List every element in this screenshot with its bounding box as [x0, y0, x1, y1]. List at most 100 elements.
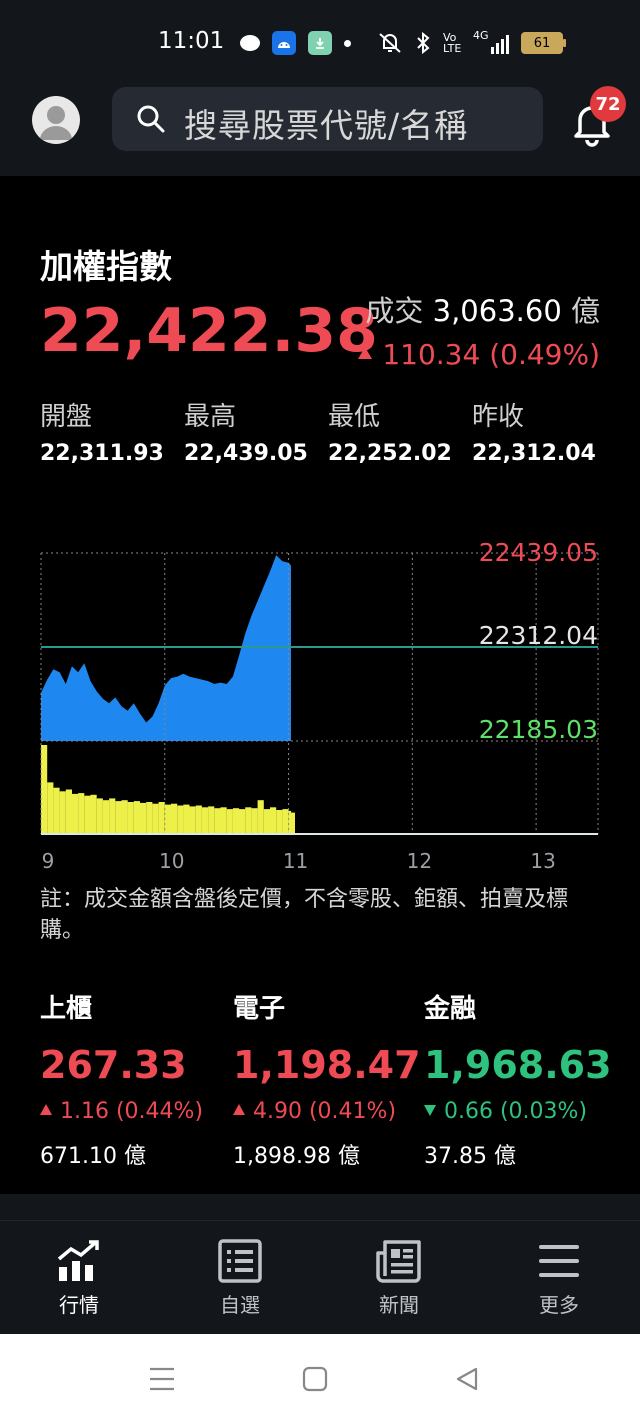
- intraday-chart[interactable]: 22439.05 22312.04 22185.03 9 10 11 12 13: [0, 520, 640, 880]
- volume-bar: [177, 805, 184, 834]
- sector-amount: 37.85 億: [424, 1144, 516, 1169]
- section-divider: [0, 1194, 640, 1220]
- tab-news[interactable]: 新聞: [344, 1239, 454, 1318]
- tab-label: 行情: [59, 1293, 99, 1317]
- system-nav-bar: [0, 1334, 640, 1422]
- volume-bar: [171, 803, 178, 834]
- volte-label: Vo LTE: [443, 31, 462, 55]
- index-change: 110.34 (0.49%): [358, 338, 600, 371]
- volume-bar: [158, 802, 165, 834]
- status-time: 11:01: [158, 28, 225, 54]
- volume-bar: [189, 806, 196, 834]
- volume-bar: [109, 798, 116, 834]
- volume-bar: [257, 800, 264, 834]
- volume-bar: [53, 787, 60, 834]
- tab-watchlist[interactable]: 自選: [185, 1239, 295, 1318]
- volume-bar: [127, 802, 134, 834]
- dot-icon: [344, 39, 351, 47]
- status-bar: 11:01 Vo LTE 4G 61: [0, 0, 640, 80]
- tab-label: 新聞: [379, 1293, 419, 1317]
- stat-label: 昨收: [472, 402, 525, 432]
- sector-change-value: 1.16 (0.44%): [60, 1099, 204, 1124]
- x-tick-label: 13: [530, 849, 555, 873]
- sector-finance[interactable]: 金融 1,968.63 0.66 (0.03%) 37.85 億: [424, 988, 612, 1170]
- sector-price: 1,198.47: [233, 1043, 421, 1087]
- x-tick-label: 12: [407, 849, 432, 873]
- user-icon: [40, 106, 72, 140]
- volume-bar: [232, 808, 240, 834]
- sector-name: 上櫃: [40, 994, 93, 1024]
- tab-label: 自選: [220, 1293, 260, 1317]
- stat-value: 22,311.93: [40, 441, 164, 466]
- volume-bar: [41, 745, 48, 834]
- stat-prev-close: 昨收 22,312.04: [472, 396, 596, 466]
- chart-up-icon: [57, 1240, 99, 1281]
- volume-bar: [226, 809, 233, 834]
- volume-bar: [220, 807, 227, 834]
- y-label-low: 22185.03: [479, 715, 598, 744]
- sector-amount: 671.10 億: [40, 1144, 146, 1169]
- bluetooth-icon: [417, 31, 430, 55]
- status-icons: Vo LTE 4G 61: [240, 30, 566, 56]
- y-label-prev-close: 22312.04: [479, 621, 598, 650]
- menu-icon: [539, 1245, 579, 1277]
- tab-market[interactable]: 行情: [24, 1239, 134, 1318]
- sector-otc[interactable]: 上櫃 267.33 1.16 (0.44%) 671.10 億: [40, 988, 203, 1170]
- stat-label: 最低: [328, 402, 381, 432]
- stat-open: 開盤 22,311.93: [40, 396, 164, 466]
- recent-apps-icon[interactable]: [148, 1366, 176, 1392]
- sector-electronics[interactable]: 電子 1,198.47 4.90 (0.41%) 1,898.98 億: [233, 988, 421, 1170]
- top-bar: 搜尋股票代號/名稱 72: [0, 80, 640, 176]
- bottom-tab-bar: 行情 自選 新聞 更多: [0, 1220, 640, 1335]
- up-arrow-icon: [40, 1103, 52, 1115]
- up-arrow-icon: [233, 1103, 245, 1115]
- back-icon[interactable]: [454, 1366, 480, 1392]
- volume-bar: [78, 793, 85, 834]
- volume-bar: [65, 789, 72, 834]
- x-tick-label: 10: [159, 849, 184, 873]
- stat-label: 開盤: [40, 402, 93, 432]
- volume-value: 3,063.60: [432, 294, 562, 328]
- sector-amount: 1,898.98 億: [233, 1144, 360, 1169]
- volume-bar: [183, 804, 190, 834]
- mute-icon: [379, 33, 401, 53]
- download-icon: [308, 31, 332, 55]
- volume-bar: [59, 791, 66, 834]
- avatar[interactable]: [32, 96, 80, 144]
- down-arrow-icon: [424, 1104, 436, 1116]
- tab-more[interactable]: 更多: [504, 1239, 614, 1318]
- footnote: 註：成交金額含盤後定價，不含零股、鉅額、拍賣及標購。: [40, 887, 569, 943]
- volume-bar: [47, 782, 54, 834]
- notification-badge: 72: [590, 86, 626, 122]
- android-app-icon: [272, 31, 296, 55]
- home-icon[interactable]: [302, 1366, 328, 1392]
- search-input[interactable]: 搜尋股票代號/名稱: [112, 87, 543, 151]
- volume-summary: 成交 3,063.60 億: [365, 288, 600, 330]
- list-icon: [218, 1239, 262, 1283]
- y-label-high: 22439.05: [479, 538, 598, 567]
- volume-unit: 億: [570, 294, 600, 328]
- chat-notification-icon: [240, 35, 260, 51]
- volume-bar: [291, 812, 295, 834]
- up-arrow-icon: [358, 347, 373, 359]
- volume-bar: [90, 794, 97, 834]
- volume-bar: [133, 801, 140, 834]
- volume-bar: [282, 809, 289, 834]
- volume-bar: [121, 800, 128, 834]
- volume-bar: [208, 806, 215, 834]
- volume-bar: [102, 800, 110, 834]
- battery-level: 61: [533, 35, 551, 51]
- stat-value: 22,312.04: [472, 441, 596, 466]
- battery-icon: 61: [521, 32, 566, 54]
- volume-bar: [263, 809, 270, 834]
- index-price: 22,422.38: [40, 296, 378, 366]
- stat-value: 22,439.05: [184, 441, 308, 466]
- sector-change: 0.66 (0.03%): [424, 1099, 612, 1124]
- volume-bar: [239, 809, 246, 834]
- volume-bar: [140, 802, 147, 834]
- stat-high: 最高 22,439.05: [184, 396, 308, 466]
- stat-value: 22,252.02: [328, 441, 452, 466]
- sector-price: 1,968.63: [424, 1043, 612, 1087]
- volume-bar: [276, 810, 283, 834]
- volume-bar: [195, 805, 202, 834]
